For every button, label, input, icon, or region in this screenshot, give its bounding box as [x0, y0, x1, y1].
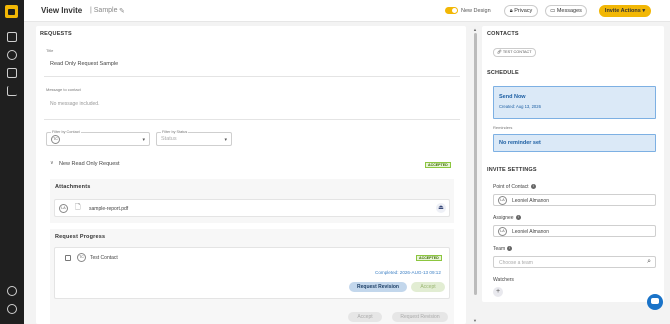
team-placeholder: Choose a team [499, 260, 533, 266]
invite-actions-button[interactable]: Invite Actions ▾ [599, 5, 651, 17]
point-of-contact-value: Leoniel Almanon [512, 198, 549, 204]
avatar: LA [59, 204, 68, 213]
message-label: Message to contact [46, 87, 81, 92]
status-badge: ACCEPTED [425, 162, 451, 168]
info-icon[interactable]: i [515, 215, 521, 221]
watchers-label: Watchers [493, 277, 514, 283]
message-value: No message included. [50, 101, 100, 107]
request-name[interactable]: New Read Only Request [59, 161, 120, 167]
contacts-section-title: CONTACTS [487, 31, 519, 37]
add-watcher-button[interactable]: + [493, 287, 503, 297]
assignee-label: Assignee i [493, 215, 521, 221]
pencil-icon[interactable]: ✎ [119, 7, 125, 15]
requests-section-title: REQUESTS [40, 31, 72, 37]
status-placeholder: Status [161, 136, 177, 142]
scrollbar-thumb[interactable] [474, 33, 477, 295]
attachment-row[interactable]: LA 🗋︎ sample-report.pdf ⏏︎ [54, 199, 450, 217]
point-of-contact-label: Point of Contact i [493, 184, 536, 190]
title-label: Title [46, 48, 54, 53]
document-icon[interactable] [7, 68, 17, 78]
privacy-button[interactable]: 🔒︎ Privacy [504, 5, 538, 17]
team-label: Team i [493, 246, 513, 252]
request-revision-button[interactable]: Request Revision [349, 282, 407, 292]
reminder-value: No reminder set [499, 140, 541, 146]
team-search-input[interactable]: Choose a team ⌕ [493, 256, 656, 268]
status-badge: ACCEPTED [416, 255, 442, 261]
sidebar [0, 0, 24, 324]
link-icon: 🔗︎ [497, 50, 502, 54]
attachments-title: Attachments [55, 184, 91, 190]
request-progress-card: Request Progress TC Test Contact ACCEPTE… [50, 229, 454, 324]
reminders-label: Reminders [493, 125, 513, 130]
file-icon: 🗋︎ [75, 204, 81, 211]
inbox-icon[interactable] [7, 32, 17, 42]
attachment-filename[interactable]: sample-report.pdf [89, 206, 128, 212]
top-bar: View Invite | Sample ✎ New Design 🔒︎ Pri… [24, 0, 670, 22]
point-of-contact-field[interactable]: LA Leoniel Almanon [493, 194, 656, 206]
messages-button[interactable]: ▭ Messages [545, 5, 587, 17]
contact-name: Test Contact [90, 255, 118, 261]
scroll-up-icon[interactable]: ▲ [473, 27, 477, 32]
title-value: Read Only Request Sample [50, 61, 119, 67]
send-now-created: Created: Aug 13, 2026 [499, 104, 541, 109]
invite-settings-section-title: INVITE SETTINGS [487, 167, 537, 173]
avatar: TC [51, 135, 60, 144]
footer-request-revision-button[interactable]: Request Revision [392, 312, 448, 322]
chevron-down-icon: ▾ [224, 137, 227, 143]
send-now-card[interactable]: Send Now Created: Aug 13, 2026 [493, 86, 656, 119]
completed-text: Completed: 2026-AUG-13 09:12 [375, 270, 441, 275]
reminder-card[interactable]: No reminder set [493, 134, 656, 152]
scroll-down-icon[interactable]: ▼ [473, 318, 477, 323]
filter-by-status-select[interactable]: Filter by Status Status ▾ [156, 130, 232, 146]
chart-icon[interactable] [7, 86, 17, 96]
assignee-field[interactable]: LA Leoniel Almanon [493, 225, 656, 237]
divider [44, 119, 460, 120]
chat-icon[interactable] [7, 50, 17, 60]
chat-bubble-icon: ▭ [550, 8, 556, 14]
download-icon[interactable]: ⏏︎ [436, 203, 446, 213]
page-title: View Invite [41, 6, 83, 15]
contact-progress-row: TC Test Contact ACCEPTED Completed: 2026… [54, 247, 450, 299]
avatar: TC [77, 253, 86, 262]
lock-icon: 🔒︎ [509, 8, 513, 14]
avatar: LA [498, 196, 507, 205]
requests-panel: REQUESTS Title Read Only Request Sample … [36, 26, 466, 324]
assignee-value: Leoniel Almanon [512, 229, 549, 235]
page-subtitle: | Sample [90, 7, 118, 14]
logo-icon[interactable] [5, 5, 18, 18]
contact-checkbox[interactable] [65, 255, 71, 261]
chevron-down-icon[interactable]: ∨ [50, 160, 54, 166]
accept-button[interactable]: Accept [411, 282, 445, 292]
footer-accept-button[interactable]: Accept [348, 312, 382, 322]
send-now-title: Send Now [499, 94, 526, 100]
settings-icon[interactable] [7, 286, 17, 296]
chat-support-button[interactable] [647, 294, 663, 310]
info-icon[interactable]: i [507, 246, 513, 252]
new-design-label: New Design [461, 8, 491, 14]
help-icon[interactable] [7, 304, 17, 314]
progress-title: Request Progress [55, 234, 106, 240]
filter-status-label: Filter by Status [161, 130, 189, 134]
chevron-down-icon: ▾ [142, 137, 145, 143]
info-icon[interactable]: i [530, 184, 536, 190]
attachments-card: Attachments LA 🗋︎ sample-report.pdf ⏏︎ [50, 179, 454, 223]
contact-chip[interactable]: 🔗︎ TEST CONTACT [493, 48, 536, 57]
filter-by-contact-select[interactable]: Filter by Contact TC ▾ [46, 130, 150, 146]
new-design-toggle[interactable] [445, 7, 458, 14]
schedule-section-title: SCHEDULE [487, 70, 519, 76]
side-panel: CONTACTS 🔗︎ TEST CONTACT SCHEDULE Send N… [482, 26, 664, 302]
search-icon[interactable]: ⌕ [647, 258, 651, 266]
filter-contact-label: Filter by Contact [51, 130, 81, 134]
chevron-down-icon: ▾ [642, 8, 646, 14]
avatar: LA [498, 227, 507, 236]
divider [44, 76, 460, 77]
